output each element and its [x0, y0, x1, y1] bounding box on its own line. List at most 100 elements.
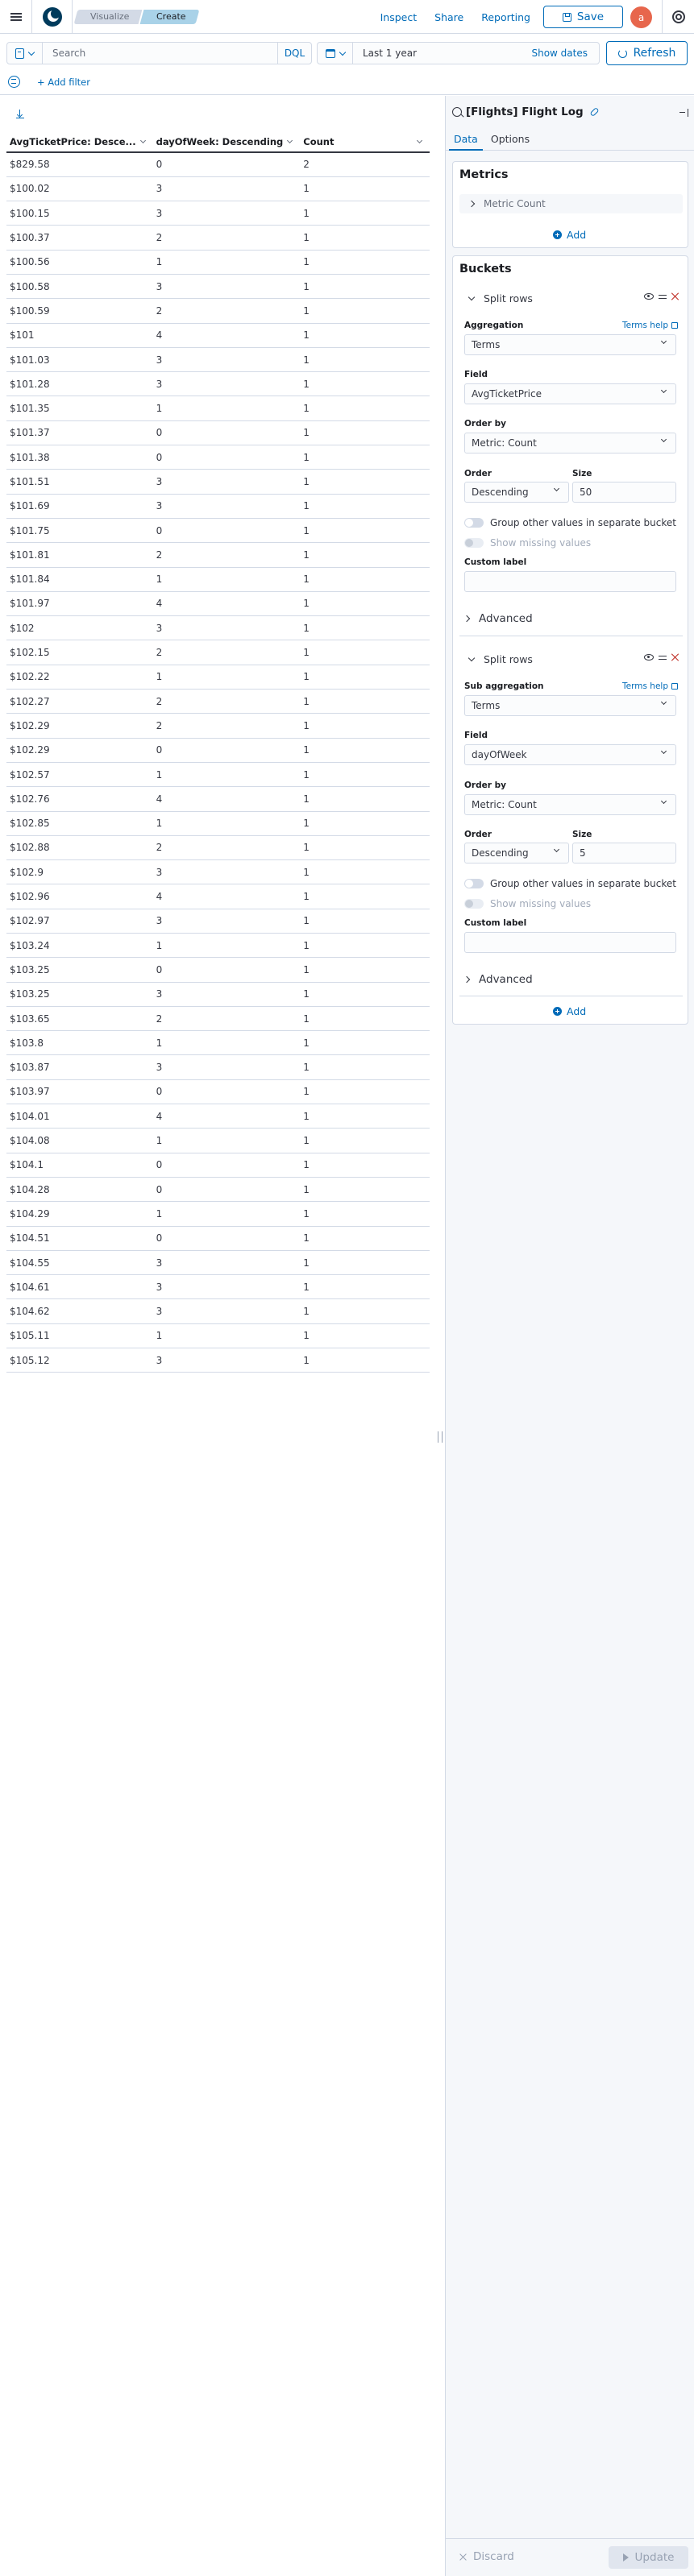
- column-header-avgticketprice[interactable]: AvgTicketPrice: Desce...: [6, 131, 153, 153]
- reporting-link[interactable]: Reporting: [481, 11, 530, 23]
- order-by-select[interactable]: Metric: Count: [464, 433, 676, 453]
- cell-dayofweek: 1: [152, 567, 301, 592]
- group-other-switch[interactable]: [464, 879, 484, 888]
- table-row: $100.15 3 1: [6, 201, 430, 226]
- agg-actions: [644, 292, 679, 300]
- download-icon[interactable]: [16, 110, 24, 118]
- cell-count: 1: [300, 542, 430, 568]
- discard-button[interactable]: Discard: [459, 2550, 514, 2563]
- remove-agg-icon[interactable]: [671, 292, 679, 300]
- custom-label-input[interactable]: [464, 571, 676, 592]
- cell-avgticketprice: $104.62: [6, 1298, 153, 1324]
- date-range-text[interactable]: Last 1 year: [353, 48, 531, 59]
- table-row: $105.11 1 1: [6, 1323, 430, 1349]
- cell-dayofweek: 3: [152, 347, 301, 373]
- link-icon[interactable]: [589, 106, 600, 118]
- aggregation-select[interactable]: Terms: [464, 334, 676, 355]
- saved-queries-button[interactable]: [7, 43, 43, 64]
- field-select[interactable]: AvgTicketPrice: [464, 383, 676, 404]
- quick-menu-button[interactable]: [318, 43, 353, 64]
- terms-help-link[interactable]: Terms help: [622, 321, 678, 330]
- advanced-toggle[interactable]: Advanced: [463, 612, 533, 625]
- sidebar-footer: Discard Update: [446, 2538, 694, 2576]
- help-menu-button[interactable]: [662, 0, 694, 34]
- cell-count: 1: [300, 615, 430, 641]
- show-missing-toggle-row: Show missing values: [464, 898, 591, 909]
- inspect-link[interactable]: Inspect: [380, 11, 418, 23]
- size-input[interactable]: 50: [572, 482, 676, 503]
- split-rows-accordion[interactable]: Split rows: [459, 651, 683, 667]
- cell-avgticketprice: $829.58: [6, 152, 153, 177]
- split-rows-accordion[interactable]: Split rows: [459, 290, 683, 306]
- cell-dayofweek: 1: [152, 811, 301, 836]
- group-other-toggle-row[interactable]: Group other values in separate bucket: [464, 878, 676, 889]
- drag-handle-icon[interactable]: [659, 294, 667, 299]
- order-by-select[interactable]: Metric: Count: [464, 794, 676, 815]
- show-dates-link[interactable]: Show dates: [531, 48, 599, 59]
- user-avatar[interactable]: a: [630, 6, 652, 28]
- cell-count: 1: [300, 738, 430, 763]
- cell-dayofweek: 0: [152, 1177, 301, 1203]
- column-header-dayofweek[interactable]: dayOfWeek: Descending: [152, 131, 301, 153]
- size-input[interactable]: 5: [572, 843, 676, 863]
- cell-count: 1: [300, 1201, 430, 1227]
- cell-count: 2: [300, 152, 430, 177]
- collapse-sidebar-icon[interactable]: [679, 109, 688, 117]
- refresh-button[interactable]: Refresh: [606, 41, 688, 65]
- show-missing-switch: [464, 538, 484, 548]
- cell-dayofweek: 1: [152, 396, 301, 421]
- custom-label-label: Custom label: [464, 918, 527, 928]
- tab-options[interactable]: Options: [486, 130, 534, 151]
- add-filter-button[interactable]: + Add filter: [37, 77, 90, 88]
- table-row: $104.29 1 1: [6, 1201, 430, 1227]
- chevron-down-icon: [660, 698, 667, 706]
- update-button[interactable]: Update: [609, 2546, 688, 2569]
- chevron-down-icon: [339, 48, 346, 56]
- cell-avgticketprice: $104.08: [6, 1128, 153, 1153]
- advanced-toggle[interactable]: Advanced: [463, 973, 533, 986]
- column-header-count[interactable]: Count: [300, 131, 430, 153]
- filter-options-icon[interactable]: [8, 76, 20, 88]
- sort-chevron-icon[interactable]: [139, 137, 146, 143]
- cell-count: 1: [300, 420, 430, 446]
- menu-toggle-button[interactable]: [0, 0, 32, 34]
- tab-data[interactable]: Data: [449, 130, 483, 151]
- drag-handle-icon[interactable]: [659, 655, 667, 660]
- sub-aggregation-label: Sub aggregation: [464, 681, 544, 691]
- resize-handle[interactable]: [438, 1431, 443, 1443]
- save-button[interactable]: Save: [543, 6, 623, 28]
- eye-icon[interactable]: [644, 654, 654, 661]
- table-row: $102.22 1 1: [6, 665, 430, 690]
- cell-dayofweek: 3: [152, 494, 301, 519]
- add-bucket-button[interactable]: Add: [553, 1005, 586, 1017]
- cell-count: 1: [300, 859, 430, 885]
- terms-help-link[interactable]: Terms help: [622, 681, 678, 691]
- order-select[interactable]: Descending: [464, 843, 569, 863]
- cell-count: 1: [300, 347, 430, 373]
- share-link[interactable]: Share: [434, 11, 463, 23]
- breadcrumb-visualize[interactable]: Visualize: [73, 9, 143, 24]
- group-other-toggle-row[interactable]: Group other values in separate bucket: [464, 517, 676, 528]
- home-logo-link[interactable]: [32, 0, 73, 34]
- sub-aggregation-select[interactable]: Terms: [464, 695, 676, 716]
- metric-count-accordion[interactable]: Metric Count: [459, 194, 683, 213]
- group-other-switch[interactable]: [464, 518, 484, 528]
- query-language-button[interactable]: DQL: [277, 43, 311, 64]
- table-row: $104.01 4 1: [6, 1104, 430, 1129]
- order-select[interactable]: Descending: [464, 482, 569, 503]
- close-icon: [459, 2553, 467, 2561]
- sort-chevron-icon[interactable]: [416, 137, 423, 143]
- cell-avgticketprice: $100.59: [6, 298, 153, 324]
- search-input[interactable]: [43, 43, 277, 64]
- sort-chevron-icon[interactable]: [287, 137, 293, 143]
- remove-agg-icon[interactable]: [671, 653, 679, 661]
- cell-dayofweek: 2: [152, 689, 301, 714]
- cell-dayofweek: 1: [152, 1323, 301, 1349]
- cell-count: 1: [300, 640, 430, 665]
- add-metric-button[interactable]: Add: [553, 229, 586, 241]
- cell-avgticketprice: $101.75: [6, 518, 153, 544]
- custom-label-input[interactable]: [464, 932, 676, 953]
- field-select[interactable]: dayOfWeek: [464, 744, 676, 765]
- table-row: $101.69 3 1: [6, 494, 430, 519]
- eye-icon[interactable]: [644, 293, 654, 300]
